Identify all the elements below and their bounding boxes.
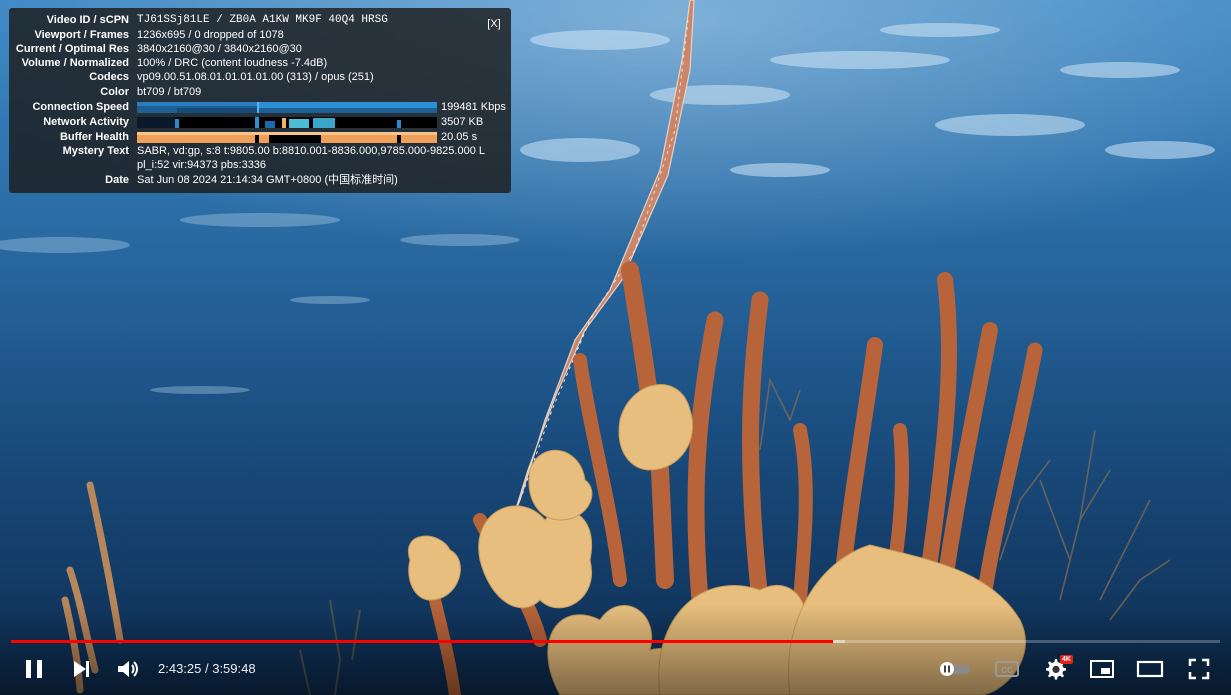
stats-label: Video ID / sCPN bbox=[46, 14, 129, 26]
fullscreen-button[interactable] bbox=[1185, 655, 1213, 683]
play-pause-button[interactable] bbox=[20, 655, 48, 683]
stats-label: Codecs bbox=[89, 71, 129, 83]
time-display: 2:43:25 / 3:59:48 bbox=[158, 660, 256, 678]
theater-mode-icon bbox=[1136, 660, 1164, 678]
stats-value: bt709 / bt709 bbox=[137, 86, 202, 98]
stats-label: Network Activity bbox=[43, 116, 129, 128]
progress-bar[interactable] bbox=[11, 640, 1220, 643]
stats-value: 100% / DRC (content loudness -7.4dB) bbox=[137, 57, 328, 69]
network-activity-value: 3507 KB bbox=[441, 116, 484, 128]
theater-mode-button[interactable] bbox=[1136, 655, 1164, 683]
progress-played bbox=[11, 640, 833, 643]
fullscreen-icon bbox=[1188, 658, 1210, 680]
buffer-health-graph bbox=[137, 132, 437, 143]
stats-label: Buffer Health bbox=[59, 131, 129, 143]
miniplayer-button[interactable] bbox=[1088, 655, 1116, 683]
stats-value: 3840x2160@30 / 3840x2160@30 bbox=[137, 43, 302, 55]
time-separator: / bbox=[201, 661, 213, 676]
stats-label: Color bbox=[100, 86, 129, 98]
autoplay-toggle[interactable] bbox=[938, 655, 972, 683]
stats-value: TJ61SSj81LE / ZB0A A1KW MK9F 40Q4 HRSG bbox=[137, 14, 388, 26]
stats-value: pl_i:52 vir:94373 pbs:3336 bbox=[137, 159, 267, 171]
next-icon bbox=[74, 661, 89, 677]
stats-label: Viewport / Frames bbox=[34, 29, 129, 41]
stats-value: vp09.00.51.08.01.01.01.01.00 (313) / opu… bbox=[137, 71, 374, 83]
stats-label: Volume / Normalized bbox=[21, 57, 129, 69]
stats-value: Sat Jun 08 2024 21:14:34 GMT+0800 (中国标准时… bbox=[137, 174, 398, 186]
quality-badge: 4K bbox=[1060, 655, 1073, 664]
current-time: 2:43:25 bbox=[158, 661, 202, 676]
svg-text:CC: CC bbox=[1001, 666, 1013, 675]
stats-close-button[interactable]: [X] bbox=[486, 17, 502, 31]
stats-value: 1236x695 / 0 dropped of 1078 bbox=[137, 29, 284, 41]
stats-for-nerds-panel: [X] Video ID / sCPN TJ61SSj81LE / ZB0A A… bbox=[9, 8, 511, 193]
autoplay-toggle-icon bbox=[940, 662, 970, 676]
next-button[interactable] bbox=[67, 655, 95, 683]
stats-row-connection-speed: Connection Speed 199481 Kbps bbox=[9, 100, 511, 114]
buffer-health-value: 20.05 s bbox=[441, 131, 478, 143]
stats-label: Connection Speed bbox=[32, 101, 129, 113]
stats-label: Mystery Text bbox=[62, 145, 129, 157]
network-activity-graph bbox=[137, 117, 437, 128]
duration: 3:59:48 bbox=[212, 661, 256, 676]
video-player[interactable]: [X] Video ID / sCPN TJ61SSj81LE / ZB0A A… bbox=[0, 0, 1231, 695]
stats-row-buffer-health: Buffer Health 20.05 s bbox=[9, 130, 511, 144]
stats-label: Date bbox=[105, 174, 129, 186]
stats-row-network-activity: Network Activity 3507 KB bbox=[9, 115, 511, 129]
subtitles-icon: CC bbox=[995, 661, 1019, 677]
volume-button[interactable] bbox=[114, 655, 142, 683]
stats-label: Current / Optimal Res bbox=[15, 43, 129, 55]
stats-value: SABR, vd:gp, s:8 t:9805.00 b:8810.001-88… bbox=[137, 145, 485, 157]
volume-icon bbox=[118, 661, 138, 677]
connection-speed-value: 199481 Kbps bbox=[441, 101, 506, 113]
subtitles-button[interactable]: CC bbox=[993, 655, 1021, 683]
miniplayer-icon bbox=[1090, 660, 1114, 678]
connection-speed-graph bbox=[137, 102, 437, 113]
pause-icon bbox=[26, 660, 42, 678]
